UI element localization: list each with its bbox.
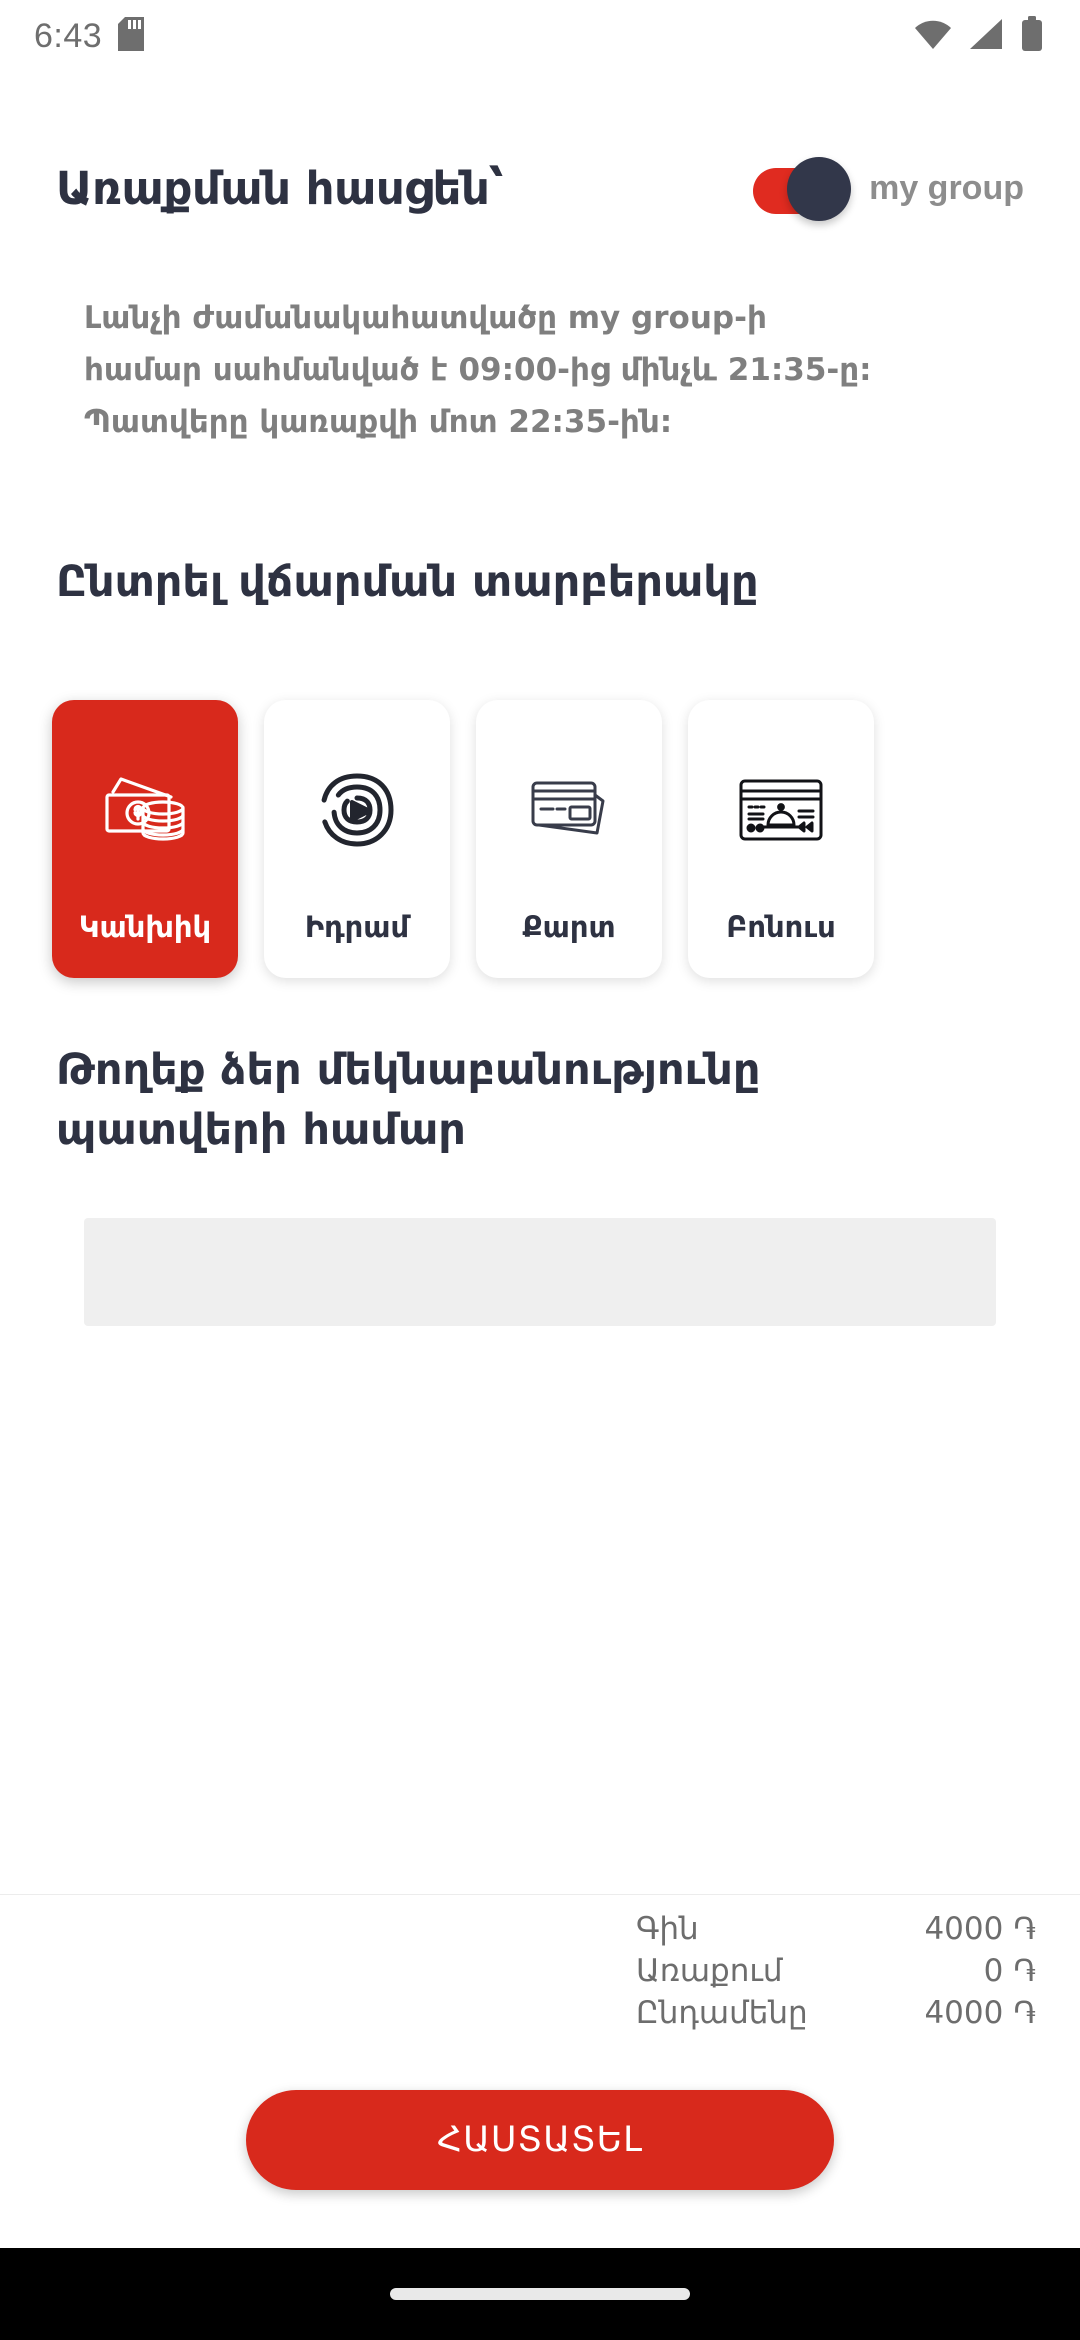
page-title: Առաքման հասցեն՝ (56, 161, 504, 215)
header: Առաքման հասցեն՝ my group (0, 152, 1080, 224)
bonus-food-card-icon (733, 762, 829, 858)
summary-label: Առաքում (636, 1953, 783, 1989)
payment-option-label: Քարտ (522, 910, 616, 944)
gesture-home-pill[interactable] (390, 2288, 690, 2300)
summary-label: Գին (636, 1911, 699, 1947)
summary-row-total: Ընդամենը 4000 ֏ (636, 1992, 1036, 2034)
payment-option-cash[interactable]: Կանխիկ (52, 700, 238, 978)
summary-row-price: Գին 4000 ֏ (636, 1908, 1036, 1950)
payment-option-bonus[interactable]: Բոնուս (688, 700, 874, 978)
comment-section-heading: Թողեք ձեր մեկնաբանությունը պատվերի համար (0, 1040, 1080, 1160)
battery-icon (1020, 16, 1044, 56)
idram-logo-icon (309, 762, 405, 858)
confirm-order-button[interactable]: ՀԱՍՏԱՏԵԼ (246, 2090, 834, 2190)
banknote-coins-icon (97, 762, 193, 858)
sd-card-icon (118, 17, 145, 55)
app-screen: 6:43 Առաքման հասցեն՝ my group Լանչի ժամա… (0, 0, 1080, 2340)
brand-logo-group: my group (753, 152, 1024, 224)
comment-heading-line-2: պատվերի համար (56, 1105, 466, 1155)
status-bar-clock: 6:43 (34, 16, 103, 55)
summary-row-delivery: Առաքում 0 ֏ (636, 1950, 1036, 1992)
payment-options-list: Կանխիկ Իդրամ Քարտ Բոնուս (0, 700, 1080, 978)
delivery-time-note: Լանչի ժամանակահատվածը my group-ի համար ս… (0, 292, 1080, 448)
status-bar: 6:43 (0, 0, 1080, 72)
note-line-2: համար սահմանված է 09:00-ից մինչև 21:35-ը… (84, 352, 872, 388)
my-group-logo-icon (753, 152, 853, 224)
wifi-icon (914, 17, 952, 55)
payment-option-label: Կանխիկ (78, 910, 212, 944)
order-comment-input[interactable] (84, 1218, 996, 1326)
summary-value: 4000 ֏ (924, 1911, 1036, 1947)
payment-option-label: Բոնուս (726, 910, 836, 944)
cellular-signal-icon (968, 17, 1004, 55)
summary-label: Ընդամենը (636, 1995, 808, 2031)
note-line-3: Պատվերը կառաքվի մոտ 22:35-ին: (84, 404, 673, 440)
credit-cards-icon (521, 762, 617, 858)
payment-option-label: Իդրամ (304, 910, 410, 944)
status-bar-left: 6:43 (34, 16, 145, 56)
summary-value: 4000 ֏ (924, 1995, 1036, 2031)
order-summary: Գին 4000 ֏ Առաքում 0 ֏ Ընդամենը 4000 ֏ (0, 1908, 1080, 2034)
summary-value: 0 ֏ (983, 1953, 1036, 1989)
payment-option-card[interactable]: Քարտ (476, 700, 662, 978)
payment-section-heading: Ընտրել վճարման տարբերակը (56, 557, 759, 607)
summary-divider (0, 1894, 1080, 1895)
note-line-1: Լանչի ժամանակահատվածը my group-ի (84, 300, 767, 336)
status-bar-right (914, 16, 1044, 56)
system-navigation-bar (0, 2248, 1080, 2340)
comment-heading-line-1: Թողեք ձեր մեկնաբանությունը (56, 1045, 761, 1095)
logo-navy-circle (787, 157, 852, 221)
payment-option-idram[interactable]: Իդրամ (264, 700, 450, 978)
brand-name: my group (869, 168, 1024, 207)
